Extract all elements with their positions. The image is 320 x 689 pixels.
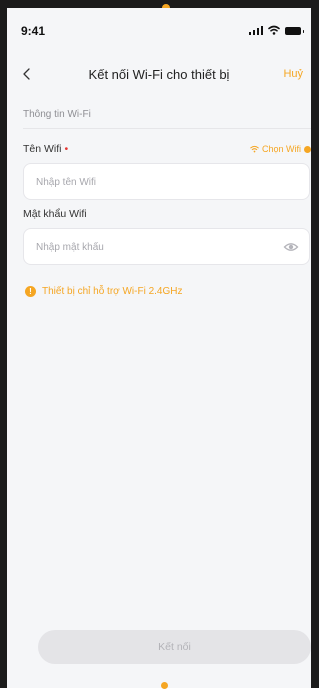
device-frame: 9:41 Kết nối Wi-Fi cho thiết bị Huỷ Thôn… bbox=[0, 0, 319, 689]
cellular-signal-icon bbox=[248, 25, 263, 35]
status-icons bbox=[248, 25, 304, 35]
required-indicator: • bbox=[64, 143, 69, 155]
battery-icon bbox=[285, 27, 304, 35]
choose-wifi-label: Chọn Wifi bbox=[261, 144, 301, 154]
navigation-header: Kết nối Wi-Fi cho thiết bị Huỷ bbox=[7, 62, 311, 90]
info-icon: ! bbox=[25, 286, 36, 297]
choose-wifi-dot bbox=[304, 145, 311, 153]
status-time: 9:41 bbox=[21, 24, 46, 38]
wifi-name-input[interactable] bbox=[34, 164, 268, 201]
section-title: Thông tin Wi-Fi bbox=[23, 109, 91, 120]
app-screen: 9:41 Kết nối Wi-Fi cho thiết bị Huỷ Thôn… bbox=[7, 8, 311, 688]
wifi-password-field[interactable] bbox=[23, 228, 310, 266]
section-divider bbox=[23, 128, 311, 129]
wifi-name-label-text: Tên Wifi bbox=[23, 143, 62, 155]
wifi-icon bbox=[250, 145, 259, 153]
wifi-name-label: Tên Wifi • bbox=[23, 143, 68, 155]
wifi-band-hint-text: Thiết bị chỉ hỗ trợ Wi-Fi 2.4GHz bbox=[42, 286, 183, 297]
status-bar: 9:41 bbox=[7, 8, 311, 48]
wifi-band-hint: ! Thiết bị chỉ hỗ trợ Wi-Fi 2.4GHz bbox=[25, 286, 182, 297]
page-title: Kết nối Wi-Fi cho thiết bị bbox=[88, 67, 230, 82]
connect-button[interactable]: Kết nối bbox=[38, 630, 311, 664]
toggle-password-visibility-button[interactable] bbox=[283, 239, 299, 255]
wifi-password-label: Mật khẩu Wifi bbox=[23, 208, 87, 220]
cancel-button[interactable]: Huỷ bbox=[283, 68, 303, 80]
eye-icon bbox=[283, 243, 299, 251]
wifi-icon bbox=[268, 25, 280, 35]
choose-wifi-button[interactable]: Chọn Wifi bbox=[250, 144, 311, 154]
wifi-name-field[interactable] bbox=[23, 163, 310, 201]
wifi-password-input[interactable] bbox=[34, 229, 268, 266]
